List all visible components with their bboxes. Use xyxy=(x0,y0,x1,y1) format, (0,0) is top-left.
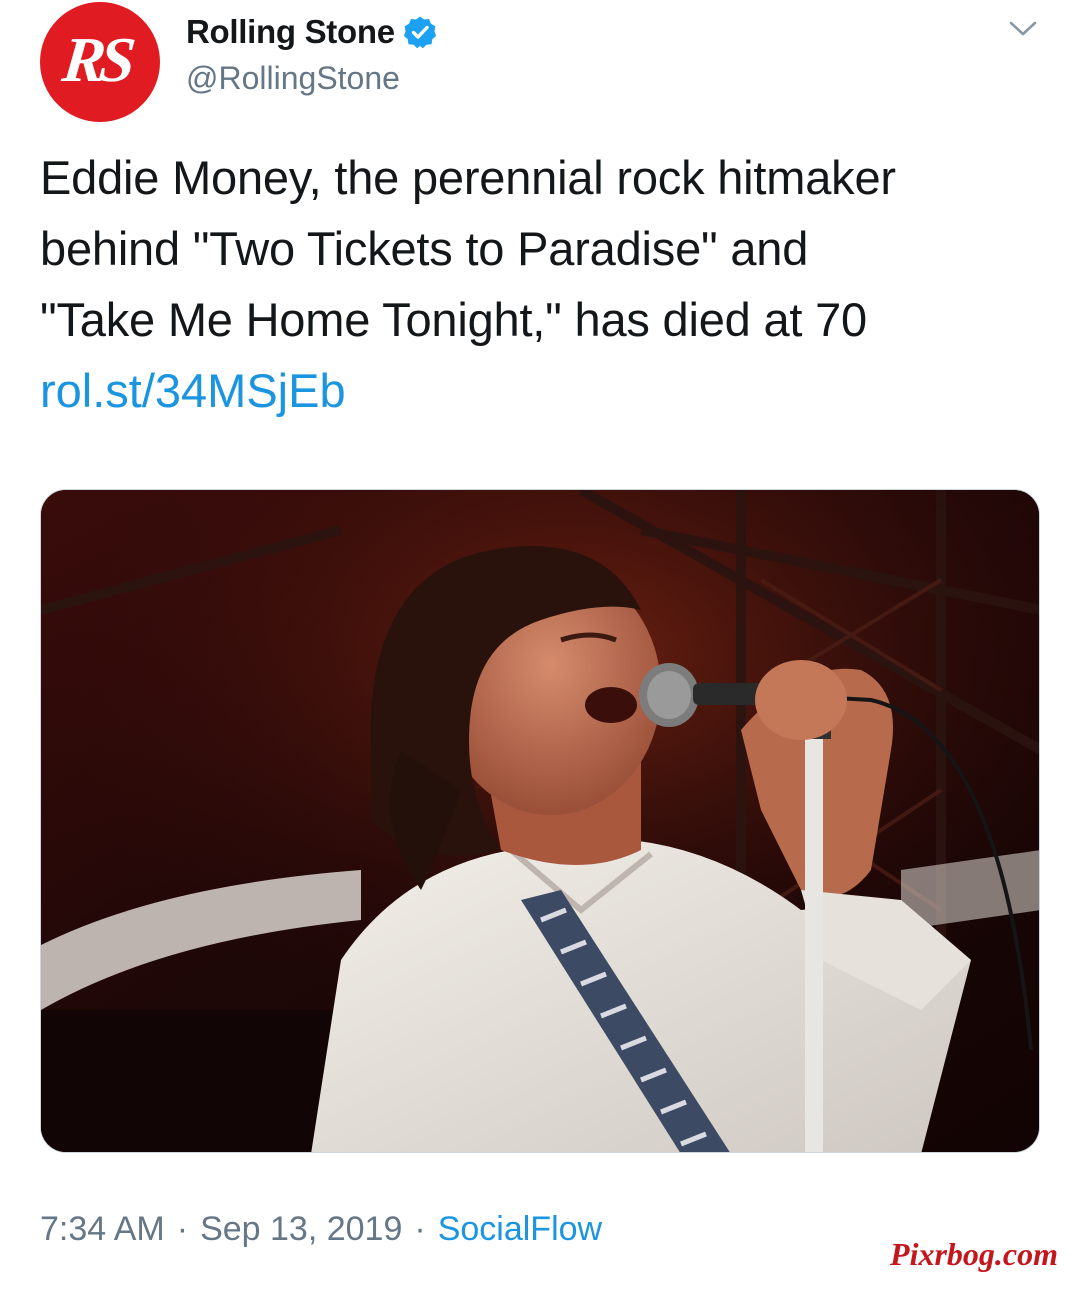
tweet-text-line: Eddie Money, the perennial rock hitmaker xyxy=(40,151,896,204)
verified-badge-icon xyxy=(403,15,437,49)
tweet-text: Eddie Money, the perennial rock hitmaker… xyxy=(40,142,1060,355)
tweet-time[interactable]: 7:34 AM xyxy=(40,1210,165,1249)
tweet-photo[interactable] xyxy=(40,489,1040,1153)
display-name[interactable]: Rolling Stone xyxy=(186,13,395,51)
handle[interactable]: @RollingStone xyxy=(186,60,400,97)
tweet-text-line: "Take Me Home Tonight," has died at 70 xyxy=(40,293,867,346)
avatar[interactable]: RS xyxy=(40,2,160,122)
tweet-link[interactable]: rol.st/34MSjEb xyxy=(40,355,346,426)
chevron-down-icon[interactable] xyxy=(1008,18,1038,40)
tweet-source-link[interactable]: SocialFlow xyxy=(438,1210,602,1249)
avatar-logo: RS xyxy=(59,24,133,95)
watermark: Pixrbog.com xyxy=(890,1236,1058,1272)
tweet-date[interactable]: Sep 13, 2019 xyxy=(200,1210,402,1249)
meta-separator: · xyxy=(176,1210,189,1248)
tweet-card: RS Rolling Stone @RollingStone Eddie Mon… xyxy=(0,0,1080,1291)
meta-separator: · xyxy=(414,1210,426,1248)
name-row[interactable]: Rolling Stone xyxy=(186,12,437,52)
concert-photo xyxy=(41,490,1039,1152)
tweet-meta: 7:34 AM · Sep 13, 2019 · SocialFlow xyxy=(40,1210,602,1249)
tweet-text-line: behind "Two Tickets to Paradise" and xyxy=(40,222,809,275)
